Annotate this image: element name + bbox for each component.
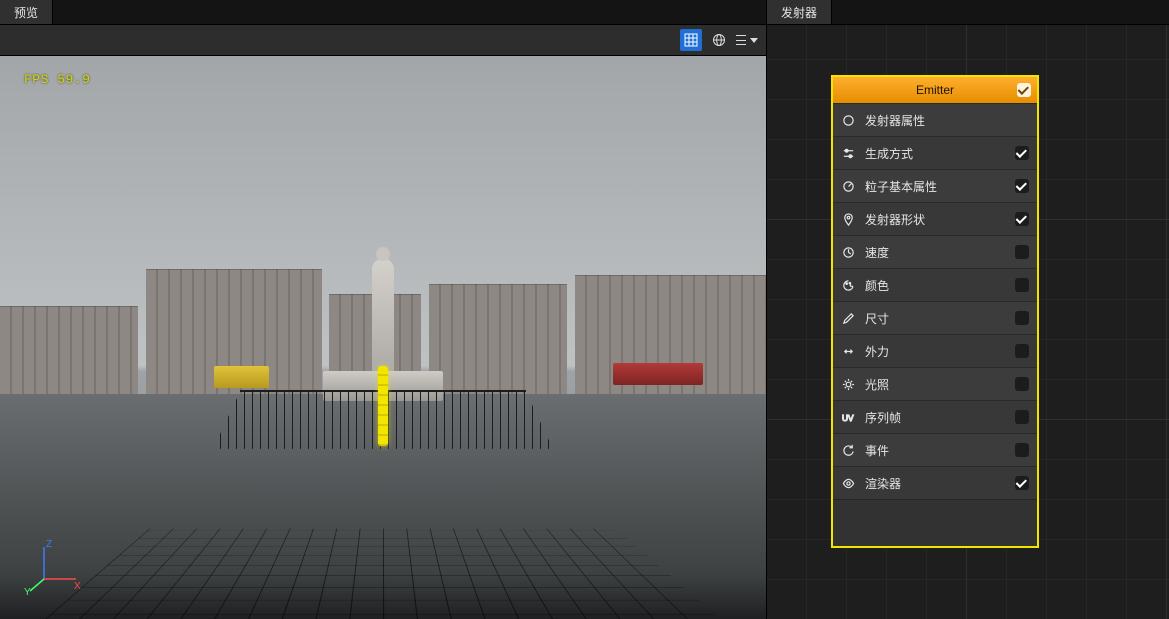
- emitter-module-row[interactable]: UV 序列帧: [833, 400, 1037, 433]
- svg-text:Y: Y: [24, 587, 31, 597]
- grid-icon: [684, 33, 698, 47]
- chevron-down-icon: [750, 38, 758, 43]
- module-label: 光照: [865, 376, 1005, 393]
- module-label: 渲染器: [865, 475, 1005, 492]
- pencil-icon: [841, 311, 855, 325]
- module-checkbox[interactable]: [1015, 443, 1029, 457]
- emitter-module-row[interactable]: 粒子基本属性: [833, 169, 1037, 202]
- scene-vehicle: [613, 363, 703, 385]
- emitter-module-row[interactable]: 渲染器: [833, 466, 1037, 499]
- emitter-gizmo[interactable]: [378, 366, 388, 446]
- emitter-module-row[interactable]: 光照: [833, 367, 1037, 400]
- uv-icon: UV: [841, 410, 855, 424]
- module-checkbox[interactable]: [1015, 146, 1029, 160]
- emitter-module-row[interactable]: 尺寸: [833, 301, 1037, 334]
- eye-icon: [841, 476, 855, 490]
- svg-text:X: X: [74, 581, 81, 592]
- left-tabbar: 预览: [0, 0, 766, 25]
- emitter-node-header[interactable]: Emitter: [833, 77, 1037, 103]
- emitter-module-row[interactable]: 事件: [833, 433, 1037, 466]
- emitter-module-row[interactable]: 外力: [833, 334, 1037, 367]
- emitter-module-row[interactable]: 颜色: [833, 268, 1037, 301]
- tab-emitter[interactable]: 发射器: [767, 0, 832, 24]
- preview-panel: 预览: [0, 0, 767, 619]
- refresh-icon: [841, 443, 855, 457]
- graph-panel: 发射器 Emitter 发射器属性生成方式粒子基本属性发射器形状速度颜色尺寸外力…: [767, 0, 1169, 619]
- arrows-icon: [841, 344, 855, 358]
- module-checkbox[interactable]: [1015, 245, 1029, 259]
- module-checkbox[interactable]: [1015, 377, 1029, 391]
- module-label: 颜色: [865, 277, 1005, 294]
- grid-toggle-button[interactable]: [680, 29, 702, 51]
- emitter-node-footer: [833, 499, 1037, 546]
- right-tabbar: 发射器: [767, 0, 1169, 25]
- viewport-3d[interactable]: FPS 59.9 Z X Y: [0, 56, 766, 619]
- module-label: 序列帧: [865, 409, 1005, 426]
- module-label: 速度: [865, 244, 1005, 261]
- clock-icon: [841, 245, 855, 259]
- view-menu-button[interactable]: [736, 29, 758, 51]
- emitter-module-row[interactable]: 发射器形状: [833, 202, 1037, 235]
- svg-text:Z: Z: [46, 539, 52, 550]
- module-checkbox[interactable]: [1015, 344, 1029, 358]
- ground-grid: [33, 528, 734, 619]
- module-label: 外力: [865, 343, 1005, 360]
- module-checkbox[interactable]: [1015, 476, 1029, 490]
- tab-preview[interactable]: 预览: [0, 0, 53, 24]
- environment-button[interactable]: [708, 29, 730, 51]
- module-checkbox[interactable]: [1015, 179, 1029, 193]
- fps-overlay: FPS 59.9: [24, 72, 90, 87]
- emitter-module-row[interactable]: 生成方式: [833, 136, 1037, 169]
- emitter-module-row[interactable]: 发射器属性: [833, 103, 1037, 136]
- emitter-module-row[interactable]: 速度: [833, 235, 1037, 268]
- module-label: 发射器形状: [865, 211, 1005, 228]
- emitter-module-list: 发射器属性生成方式粒子基本属性发射器形状速度颜色尺寸外力光照 UV 序列帧事件渲染器: [833, 103, 1037, 499]
- menu-icon: [736, 35, 746, 45]
- module-label: 发射器属性: [865, 112, 1029, 129]
- sun-icon: [841, 377, 855, 391]
- module-label: 粒子基本属性: [865, 178, 1005, 195]
- gauge-icon: [841, 179, 855, 193]
- sliders-icon: [841, 146, 855, 160]
- emitter-enable-checkbox[interactable]: [1017, 83, 1031, 97]
- palette-icon: [841, 278, 855, 292]
- emitter-title: Emitter: [916, 83, 954, 97]
- globe-icon: [712, 33, 726, 47]
- preview-toolbar: [0, 25, 766, 56]
- emitter-node[interactable]: Emitter 发射器属性生成方式粒子基本属性发射器形状速度颜色尺寸外力光照 UV…: [831, 75, 1039, 548]
- axis-gizmo[interactable]: Z X Y: [24, 537, 84, 597]
- module-label: 尺寸: [865, 310, 1005, 327]
- module-checkbox[interactable]: [1015, 212, 1029, 226]
- module-checkbox[interactable]: [1015, 410, 1029, 424]
- node-graph[interactable]: Emitter 发射器属性生成方式粒子基本属性发射器形状速度颜色尺寸外力光照 UV…: [767, 25, 1169, 619]
- app-root: 预览: [0, 0, 1169, 619]
- module-label: 事件: [865, 442, 1005, 459]
- pin-icon: [841, 212, 855, 226]
- circle-icon: [841, 113, 855, 127]
- module-checkbox[interactable]: [1015, 278, 1029, 292]
- module-label: 生成方式: [865, 145, 1005, 162]
- module-checkbox[interactable]: [1015, 311, 1029, 325]
- svg-text:UV: UV: [842, 413, 854, 423]
